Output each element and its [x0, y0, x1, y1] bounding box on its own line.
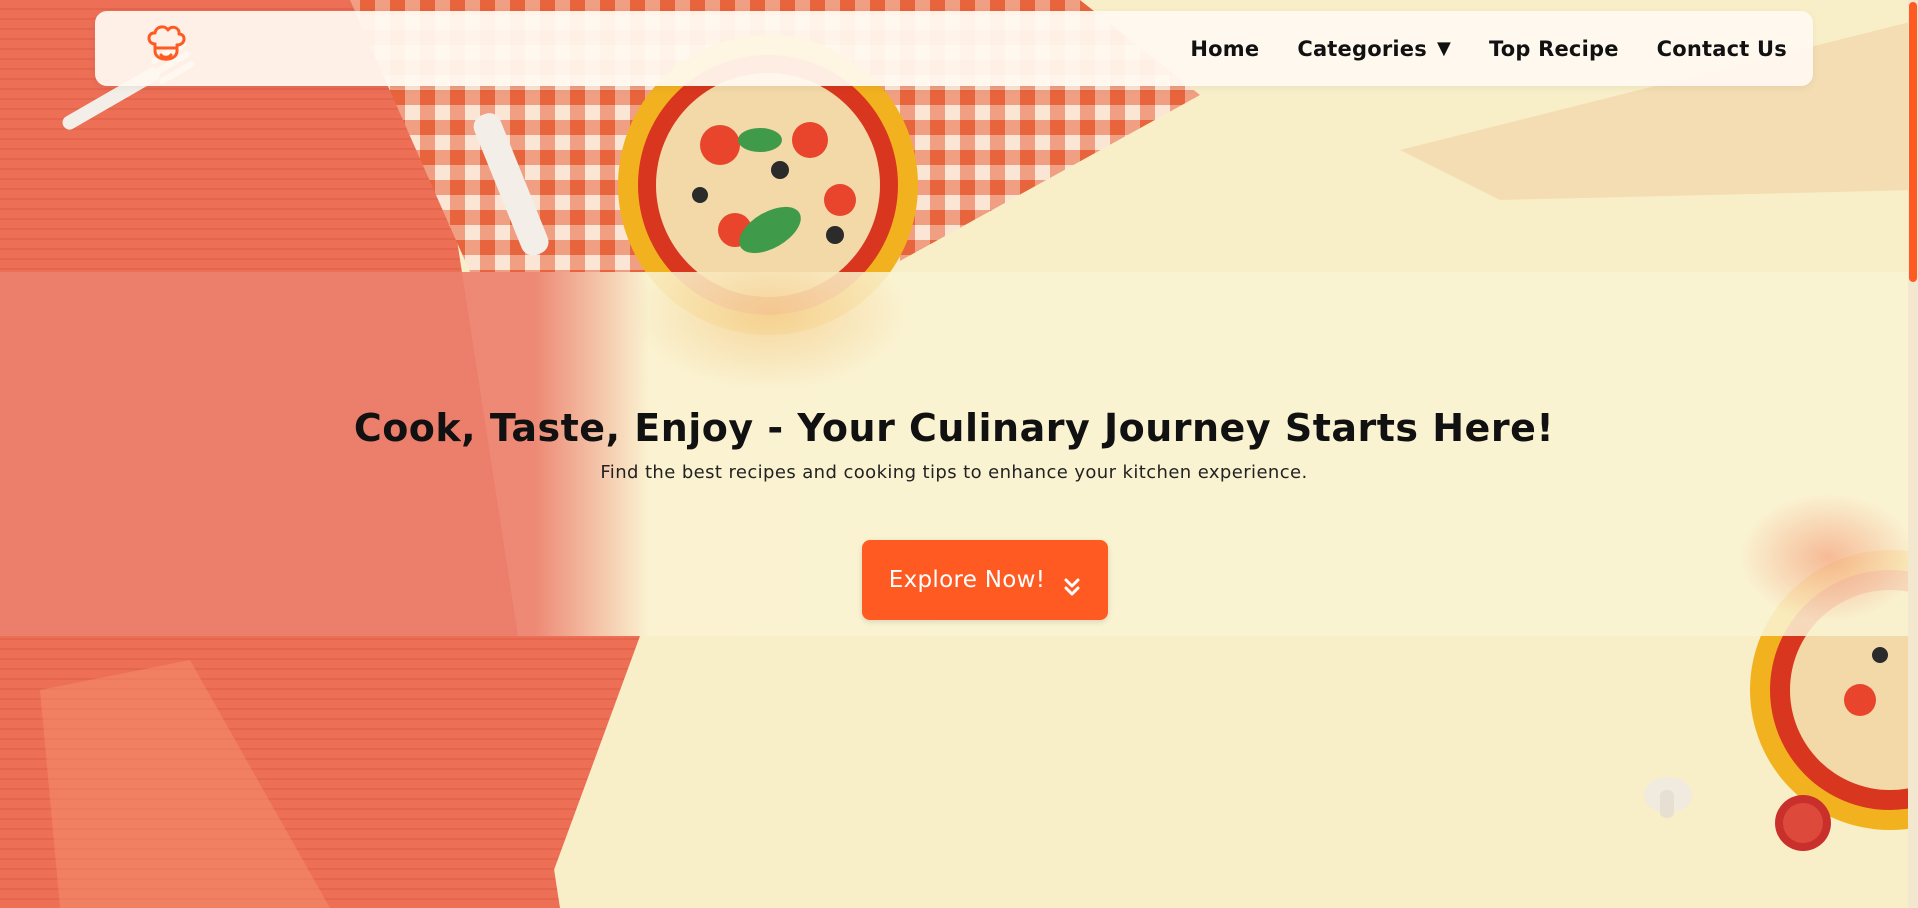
- nav-categories-dropdown[interactable]: Categories ▼: [1297, 37, 1451, 61]
- nav-links: Home Categories ▼ Top Recipe Contact Us: [1190, 11, 1787, 86]
- nav-home[interactable]: Home: [1190, 37, 1259, 61]
- hero-subtitle: Find the best recipes and cooking tips t…: [600, 462, 1308, 483]
- nav-top-recipe[interactable]: Top Recipe: [1489, 37, 1619, 61]
- caret-down-icon: ▼: [1436, 38, 1451, 59]
- nav-top-recipe-label: Top Recipe: [1489, 36, 1619, 61]
- explore-now-button[interactable]: Explore Now!: [862, 540, 1108, 620]
- hero-banner: Cook, Taste, Enjoy - Your Culinary Journ…: [0, 272, 1908, 636]
- nav-home-label: Home: [1190, 36, 1260, 61]
- blurred-tomato-decoration: [1738, 492, 1908, 622]
- explore-now-label: Explore Now!: [888, 567, 1046, 593]
- double-chevron-down-icon: [1064, 578, 1080, 596]
- scrollbar-thumb[interactable]: [1909, 2, 1917, 282]
- page-scrollbar[interactable]: [1908, 0, 1918, 908]
- hero-title: Cook, Taste, Enjoy - Your Culinary Journ…: [353, 406, 1555, 450]
- top-navbar: Home Categories ▼ Top Recipe Contact Us: [95, 11, 1813, 86]
- chef-hat-icon[interactable]: [145, 24, 187, 70]
- nav-contact-us-label: Contact Us: [1656, 36, 1787, 61]
- nav-contact-us[interactable]: Contact Us: [1657, 37, 1787, 61]
- nav-categories-label: Categories: [1297, 36, 1427, 61]
